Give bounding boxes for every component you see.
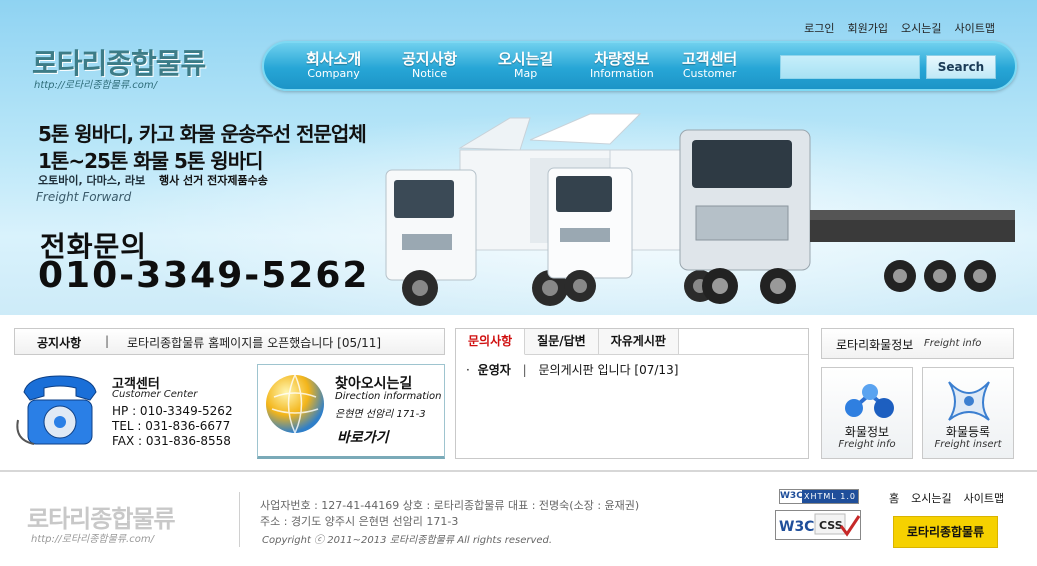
nav-customer[interactable]: 고객센터 Customer bbox=[682, 51, 737, 81]
freight-info-card-subtitle: Freight info bbox=[838, 439, 896, 450]
hero-headline-2: 1톤~25톤 화물 5톤 윙바디 bbox=[38, 149, 264, 173]
notice-separator: | bbox=[105, 334, 110, 348]
nav-company-label: 회사소개 bbox=[306, 50, 362, 68]
footer-business-info: 사업자번호 : 127-41-44169 상호 : 로타리종합물류 대표 : 전… bbox=[260, 499, 640, 512]
w3c-xhtml-badge-version: XHTML 1.0 bbox=[802, 490, 858, 503]
nav-map-label: 오시는길 bbox=[498, 50, 554, 68]
customer-center-tel: TEL : 031-836-6677 bbox=[112, 419, 231, 433]
tab-qna[interactable]: 질문/답변 bbox=[525, 329, 599, 355]
footer-logo: 로타리종합물류 bbox=[27, 505, 176, 533]
notice-bar: 공지사항 | 로타리종합물류 홈페이지를 오픈했습니다 [05/11] bbox=[14, 328, 445, 355]
footer-directions-link[interactable]: 오시는길 bbox=[911, 490, 951, 506]
globe-icon bbox=[266, 374, 324, 434]
freight-info-header-title: 로타리화물정보 bbox=[836, 338, 914, 352]
w3c-xhtml-badge-w3c: W3C bbox=[780, 490, 803, 503]
molecule-icon bbox=[845, 384, 894, 418]
board-tabs: 문의사항 질문/답변 자유게시판 bbox=[456, 329, 679, 355]
hero-vehicle-types: 오토바이, 다마스, 라보 bbox=[38, 174, 146, 187]
hero-phone-number: 010-3349-5262 bbox=[38, 255, 370, 296]
nav-map[interactable]: 오시는길 Map bbox=[498, 51, 553, 81]
main-navigation: 회사소개 Company 공지사항 Notice 오시는길 Map 차량정보 I… bbox=[262, 41, 1017, 91]
nav-company[interactable]: 회사소개 Company bbox=[306, 51, 361, 81]
flatbed-truck-illustration bbox=[679, 129, 1015, 304]
svg-text:W3C: W3C bbox=[779, 519, 814, 535]
sitemap-link[interactable]: 사이트맵 bbox=[955, 20, 995, 36]
search-input[interactable] bbox=[780, 55, 920, 79]
freight-info-card[interactable]: 화물정보 Freight info bbox=[821, 367, 913, 459]
directions-title: 찾아오시는길 bbox=[335, 376, 413, 392]
nav-company-sublabel: Company bbox=[307, 67, 360, 80]
w3c-xhtml-badge[interactable]: W3C XHTML 1.0 bbox=[779, 489, 859, 504]
directions-box[interactable]: 찾아오시는길 Direction information 은현면 선암리 171… bbox=[257, 364, 445, 459]
tab-inquiries[interactable]: 문의사항 bbox=[456, 329, 526, 355]
footer-copyright: Copyright ⓒ 2011~2013 로타리종합물류 All rights… bbox=[262, 535, 553, 546]
customer-center-fax: FAX : 031-836-8558 bbox=[112, 434, 231, 448]
hero-event-services: 행사 선거 전자제품수송 bbox=[158, 174, 268, 187]
hero-banner: 로그인 회원가입 오시는길 사이트맵 로타리종합물류 http://로타리종합물… bbox=[0, 0, 1037, 315]
footer-vertical-divider bbox=[239, 492, 240, 547]
board-row-bullet: · bbox=[466, 363, 470, 377]
w3c-css-badge[interactable]: W3C CSS bbox=[775, 510, 861, 540]
ribbon-icon bbox=[948, 381, 990, 421]
board-row-author: 운영자 bbox=[477, 363, 511, 377]
footer-brand-button[interactable]: 로타리종합물류 bbox=[893, 516, 998, 548]
freight-insert-card-subtitle: Freight insert bbox=[934, 439, 1002, 450]
notice-title: 공지사항 bbox=[37, 336, 82, 350]
hero-freight-forward: Freight Forward bbox=[36, 190, 132, 204]
tab-free-board[interactable]: 자유게시판 bbox=[598, 329, 679, 355]
utility-links: 로그인 회원가입 오시는길 사이트맵 bbox=[804, 20, 995, 36]
notice-latest-link[interactable]: 로타리종합물류 홈페이지를 오픈했습니다 [05/11] bbox=[127, 334, 381, 351]
footer-divider bbox=[0, 470, 1037, 472]
freight-info-header: 로타리화물정보 Freight info bbox=[821, 328, 1014, 359]
telephone-icon bbox=[16, 375, 97, 445]
board-row-title-link[interactable]: 문의게시판 입니다 [07/13] bbox=[538, 363, 678, 377]
nav-notice-sublabel: Notice bbox=[412, 67, 448, 80]
signup-link[interactable]: 회원가입 bbox=[848, 20, 888, 36]
directions-link[interactable]: 오시는길 bbox=[901, 20, 941, 36]
nav-information[interactable]: 차량정보 Information bbox=[590, 51, 654, 81]
customer-center-subtitle: Customer Center bbox=[112, 389, 198, 400]
login-link[interactable]: 로그인 bbox=[804, 20, 834, 36]
hero-headline-1: 5톤 윙바디, 카고 화물 운송주선 전문업체 bbox=[38, 122, 367, 146]
nav-information-sublabel: Information bbox=[590, 67, 654, 80]
nav-information-label: 차량정보 bbox=[594, 50, 650, 68]
board-list-item: · 운영자 | 문의게시판 입니다 [07/13] bbox=[466, 361, 678, 378]
nav-notice[interactable]: 공지사항 Notice bbox=[402, 51, 457, 81]
footer-links: 홈 오시는길 사이트맵 bbox=[889, 490, 1004, 506]
freight-info-header-subtitle: Freight info bbox=[924, 338, 982, 349]
nav-customer-label: 고객센터 bbox=[682, 50, 738, 68]
footer-home-link[interactable]: 홈 bbox=[889, 490, 899, 506]
customer-center-hp: HP : 010-3349-5262 bbox=[112, 404, 233, 418]
freight-insert-card-title: 화물등록 bbox=[945, 425, 991, 439]
footer-address: 주소 : 경기도 양주시 은현면 선암리 171-3 bbox=[260, 515, 459, 528]
hero-subline: 오토바이, 다마스, 라보 행사 선거 전자제품수송 bbox=[38, 172, 268, 188]
trucks-illustration bbox=[385, 113, 1015, 306]
directions-address: 은현면 선암리 171-3 bbox=[335, 409, 426, 420]
board-box: 문의사항 질문/답변 자유게시판 · 운영자 | 문의게시판 입니다 [07/1… bbox=[455, 328, 809, 459]
nav-customer-sublabel: Customer bbox=[682, 67, 737, 80]
footer-logo-url: http://로타리종합물류.com/ bbox=[31, 534, 154, 545]
nav-notice-label: 공지사항 bbox=[402, 50, 458, 68]
freight-insert-card[interactable]: 화물등록 Freight insert bbox=[922, 367, 1014, 459]
site-logo-url: http://로타리종합물류.com/ bbox=[34, 80, 157, 91]
footer-sitemap-link[interactable]: 사이트맵 bbox=[964, 490, 1004, 506]
nav-map-sublabel: Map bbox=[513, 67, 538, 80]
directions-subtitle: Direction information bbox=[335, 391, 442, 402]
freight-info-card-title: 화물정보 bbox=[844, 425, 890, 439]
board-row-separator: | bbox=[522, 363, 527, 377]
w3c-css-badge-label: CSS bbox=[819, 519, 843, 532]
directions-go-button[interactable]: 바로가기 bbox=[337, 427, 389, 447]
customer-center-box: 고객센터 Customer Center HP : 010-3349-5262 … bbox=[14, 366, 250, 456]
search-button[interactable]: Search bbox=[926, 55, 996, 79]
